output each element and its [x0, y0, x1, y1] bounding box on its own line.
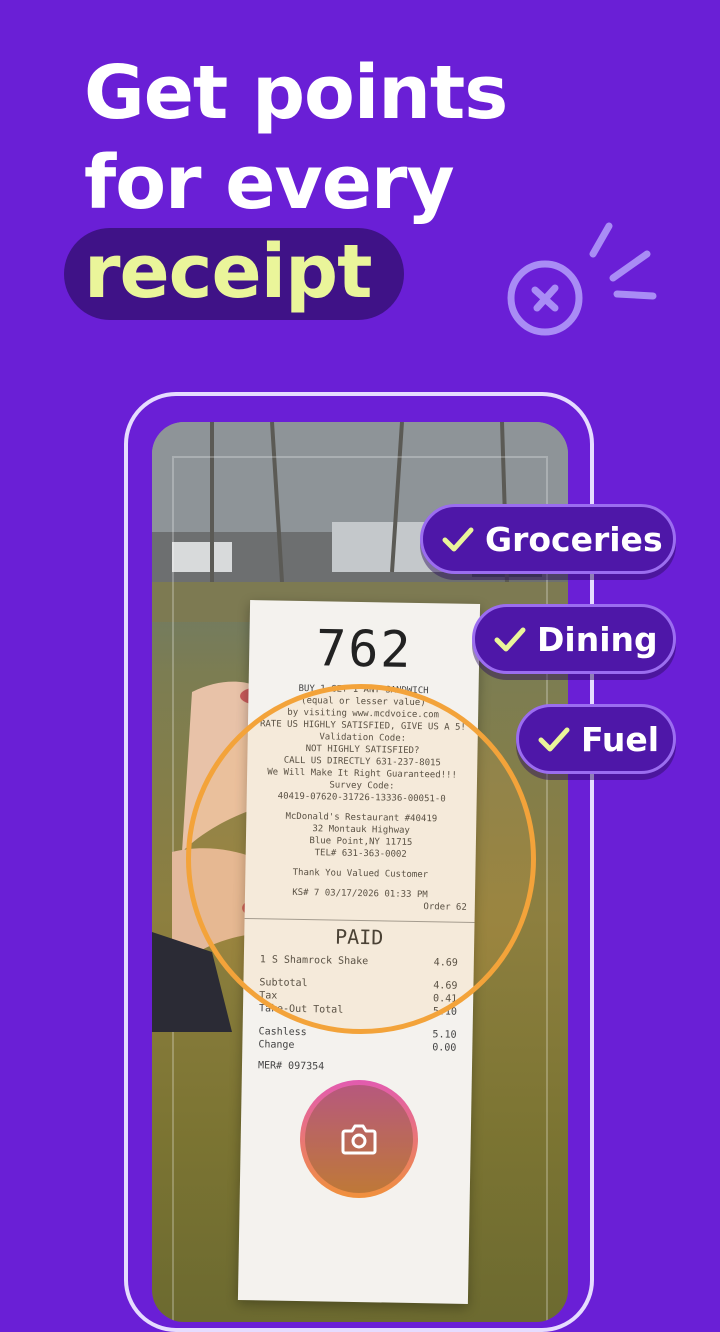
shutter-button-inner[interactable]	[305, 1085, 413, 1193]
receipt-item-name: Cashless	[258, 1025, 306, 1039]
tag-groceries: Groceries	[420, 504, 676, 574]
camera-icon	[339, 1119, 379, 1159]
receipt-item-row: MER# 097354	[242, 1059, 472, 1076]
focus-ring	[186, 684, 536, 1034]
check-icon	[441, 522, 475, 556]
headline-highlight-text: receipt	[84, 228, 371, 320]
shutter-button[interactable]	[300, 1080, 418, 1198]
check-icon	[537, 722, 571, 756]
tag-dining: Dining	[472, 604, 676, 674]
tag-label: Fuel	[581, 720, 659, 759]
headline-line-1: Get points	[84, 48, 507, 138]
headline: Get points for every	[84, 48, 507, 228]
receipt-item-name: MER# 097354	[258, 1059, 324, 1073]
headline-line-2: for every	[84, 138, 507, 228]
coin-x-icon	[505, 220, 665, 340]
tag-label: Dining	[537, 620, 658, 659]
tag-label: Groceries	[485, 520, 663, 559]
check-icon	[493, 622, 527, 656]
receipt-item-amount: 0.00	[432, 1041, 456, 1054]
receipt-order-number: 762	[249, 618, 480, 680]
receipt-item-name: Change	[258, 1038, 294, 1052]
tag-fuel: Fuel	[516, 704, 676, 774]
receipt-item-amount: 5.10	[432, 1028, 456, 1041]
